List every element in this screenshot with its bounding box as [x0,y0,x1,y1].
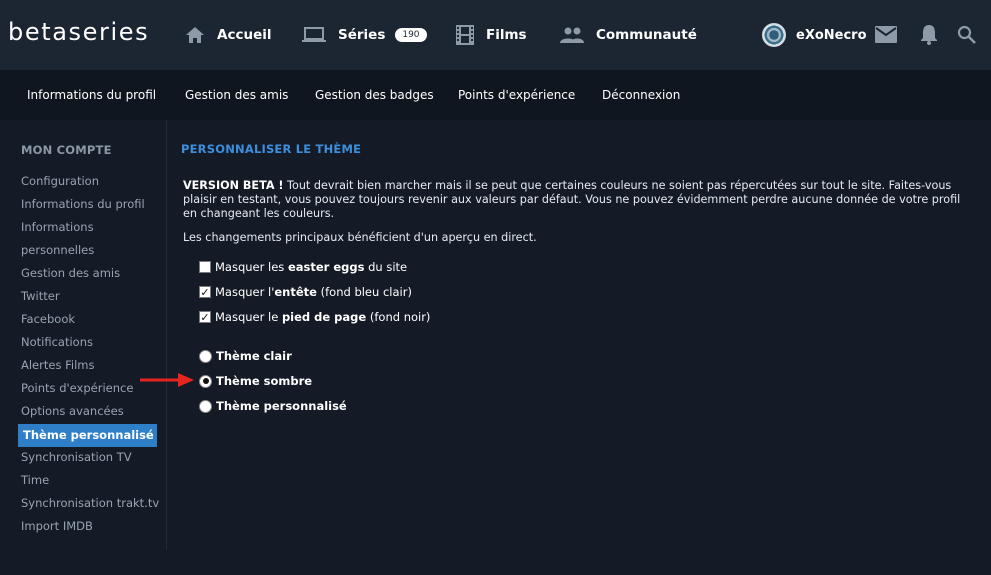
sidebar-item-time[interactable]: Time [18,469,157,492]
beta-text: Tout devrait bien marcher mais il se peu… [183,179,961,220]
people-icon [560,27,584,43]
sidebar-item-film-alerts[interactable]: Alertes Films [18,354,157,377]
sidebar-item-friends[interactable]: Gestion des amis [18,262,157,285]
red-arrow-icon [140,373,194,387]
sidebar-item-imdb-import[interactable]: Import IMDB [18,515,157,538]
series-count-badge: 190 [395,28,427,42]
account-sidebar: MON COMPTE Configuration Informations du… [0,120,167,550]
radio-light-label: Thème clair [216,349,292,363]
top-navbar: betaseries Accueil Séries 190 Films Comm… [0,0,991,70]
sidebar-item-custom-theme[interactable]: Thème personnalisé [18,424,157,447]
sidebar-item-advanced[interactable]: Options avancées [18,400,157,423]
nav-home-label: Accueil [217,27,272,43]
nav-home[interactable]: Accueil [185,24,271,46]
radio-theme-light[interactable]: Thème clair [199,348,292,364]
beta-notice: VERSION BETA ! Tout devrait bien marcher… [183,179,973,221]
laptop-icon [302,27,326,42]
radio-dark-label: Thème sombre [216,374,313,388]
sidebar-item-trakt-sync[interactable]: Synchronisation trakt.tv [18,492,159,515]
radio-light[interactable] [199,349,212,363]
home-icon [186,27,204,43]
checkbox-footer[interactable]: ✓ [199,311,211,323]
nav-community-label: Communauté [596,27,697,43]
checkbox-easter-eggs-label: Masquer les easter eggs du site [215,260,408,274]
nav-films[interactable]: Films [456,24,527,46]
radio-custom-label: Thème personnalisé [216,399,347,413]
radio-dark[interactable] [199,374,212,388]
checkbox-easter-eggs[interactable] [199,261,211,273]
mail-icon[interactable] [875,26,897,43]
subnav-xp[interactable]: Points d'expérience [458,88,575,102]
sidebar-item-tv-sync[interactable]: Synchronisation TV [18,446,157,469]
subnav-badges[interactable]: Gestion des badges [315,88,434,102]
bell-icon[interactable] [920,24,938,45]
film-icon [456,25,474,45]
preview-note: Les changements principaux bénéficient d… [183,231,537,244]
username: eXoNecro [796,27,867,43]
checkbox-hide-footer[interactable]: ✓ Masquer le pied de page (fond noir) [199,309,430,325]
checkbox-header-label: Masquer l'entête (fond bleu clair) [215,285,412,299]
sidebar-item-personal-info[interactable]: Informations [18,216,157,239]
checkbox-hide-header[interactable]: ✓ Masquer l'entête (fond bleu clair) [199,284,412,300]
beta-label: VERSION BETA ! [183,179,284,192]
subnav-logout[interactable]: Déconnexion [602,88,680,102]
sidebar-item-profile-info[interactable]: Informations du profil [18,193,157,216]
site-logo[interactable]: betaseries [8,18,149,46]
sidebar-item-facebook[interactable]: Facebook [18,308,157,331]
checkbox-footer-label: Masquer le pied de page (fond noir) [215,310,431,324]
nav-series-label: Séries [338,27,386,43]
radio-theme-dark[interactable]: Thème sombre [199,373,312,389]
user-menu[interactable]: eXoNecro [762,22,867,48]
sidebar-item-xp[interactable]: Points d'expérience [18,377,157,400]
search-icon[interactable] [957,25,976,44]
nav-series[interactable]: Séries 190 [302,24,427,46]
nav-films-label: Films [486,27,527,43]
checkbox-hide-easter-eggs[interactable]: Masquer les easter eggs du site [199,259,407,275]
sidebar-item-notifications[interactable]: Notifications [18,331,157,354]
avatar [762,23,786,47]
page-title: PERSONNALISER LE THÈME [181,142,362,156]
profile-subnav: Informations du profil Gestion des amis … [0,70,991,120]
radio-custom[interactable] [199,399,212,413]
radio-theme-custom[interactable]: Thème personnalisé [199,398,347,414]
subnav-friends[interactable]: Gestion des amis [185,88,288,102]
subnav-profile-info[interactable]: Informations du profil [27,88,156,102]
sidebar-item-personal-info-cont[interactable]: personnelles [18,239,157,262]
sidebar-item-twitter[interactable]: Twitter [18,285,157,308]
nav-community[interactable]: Communauté [560,24,697,46]
sidebar-heading: MON COMPTE [21,143,112,157]
sidebar-item-configuration[interactable]: Configuration [18,170,157,193]
checkbox-header[interactable]: ✓ [199,286,211,298]
